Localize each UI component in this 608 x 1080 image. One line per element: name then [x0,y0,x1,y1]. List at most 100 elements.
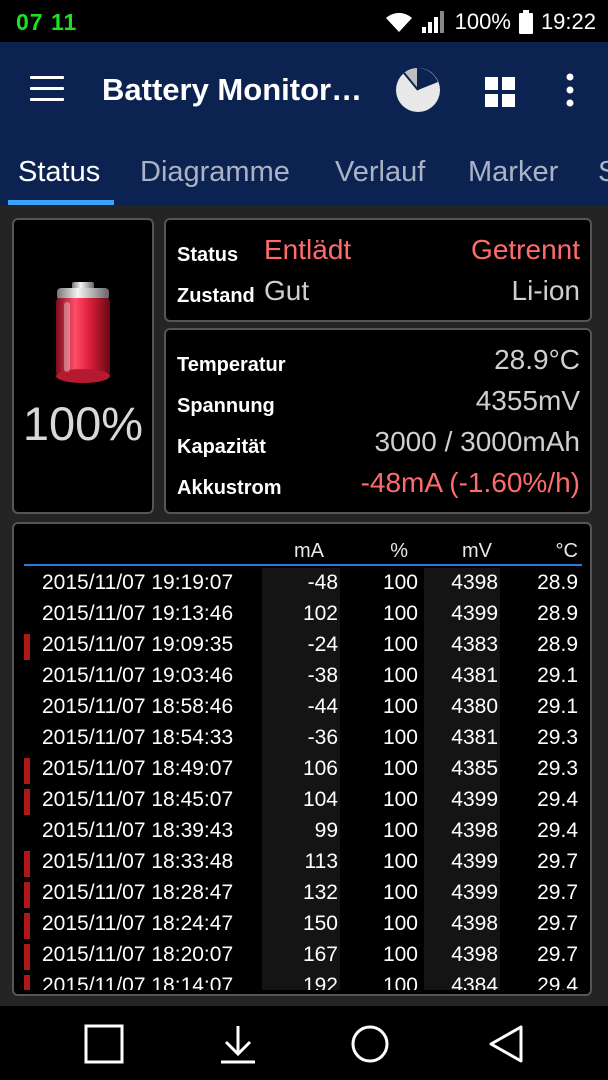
recents-square-icon[interactable] [84,1024,124,1064]
tab-verlauf[interactable]: Verlauf [335,156,425,189]
cell-ma: 102 [302,602,338,625]
table-row[interactable]: 2015/11/07 19:09:35 -24 100 4383 28.9 [14,630,590,661]
menu-icon[interactable] [30,76,64,102]
header-ma: mA [294,540,324,562]
cell-date: 2015/11/07 18:14:07 [42,974,234,990]
zustand-label: Zustand [177,285,255,307]
app-bar: Battery Monitor… [0,42,608,138]
back-triangle-icon[interactable] [486,1024,526,1064]
cell-temp: 28.9 [537,633,578,656]
battery-info-panel: Temperatur 28.9°C Spannung 4355mV Kapazi… [164,328,592,514]
system-status-bar: 07 11 100% 19:22 [0,0,608,42]
cell-temp: 29.1 [537,695,578,718]
table-row[interactable]: 2015/11/07 18:33:48 113 100 4399 29.7 [14,847,590,878]
battery-percentage: 100% [22,397,144,450]
cell-date: 2015/11/07 19:13:46 [42,602,234,625]
table-rows[interactable]: 2015/11/07 19:19:07 -48 100 4398 28.9 2015/11… [14,568,590,990]
cell-ma: 167 [302,943,338,966]
cell-temp: 29.7 [537,881,578,904]
row-marker [24,944,30,970]
cell-ma: 106 [302,757,338,780]
status-icons: 100% 19:22 [385,8,596,36]
tab-diagramme[interactable]: Diagramme [140,156,290,189]
temperature-value: 28.9°C [494,344,580,375]
cell-temp: 29.7 [537,912,578,935]
row-marker [24,851,30,877]
table-row[interactable]: 2015/11/07 18:24:47 150 100 4398 29.7 [14,909,590,940]
cell-percent: 100 [382,633,418,656]
cell-mv: 4399 [451,602,498,625]
history-table[interactable]: mA % mV °C 2015/11/07 19:19:07 -48 100 4398… [12,522,592,996]
table-row[interactable]: 2015/11/07 18:58:46 -44 100 4380 29.1 [14,692,590,723]
status-value: Entlädt [264,234,352,265]
download-icon[interactable] [218,1024,258,1064]
cell-temp: 29.4 [537,974,578,990]
row-marker [24,789,30,815]
cell-temp: 28.9 [537,602,578,625]
battery-icon [56,282,110,383]
cell-date: 2015/11/07 18:45:07 [42,788,234,811]
cell-date: 2015/11/07 18:54:33 [42,726,234,749]
cell-ma: 113 [304,850,338,873]
cell-mv: 4381 [451,664,498,687]
header-mv: mV [462,540,492,562]
zustand-value: Gut [264,275,310,306]
more-vert-icon[interactable] [560,72,580,108]
signal-icon [421,11,444,33]
capacity-label: Kapazität [177,436,266,458]
table-row[interactable]: 2015/11/07 18:14:07 192 100 4384 29.4 [14,971,590,990]
cell-mv: 4381 [451,726,498,749]
cell-ma: -24 [307,633,338,656]
wifi-icon [385,12,412,32]
table-row[interactable]: 2015/11/07 18:54:33 -36 100 4381 29.3 [14,723,590,754]
tab-marker[interactable]: Marker [468,156,558,189]
row-marker [24,634,30,660]
pie-chart-icon[interactable] [394,66,442,114]
cell-percent: 100 [382,850,418,873]
cell-mv: 4384 [451,974,498,990]
cell-date: 2015/11/07 18:28:47 [42,881,234,904]
cell-ma: -36 [307,726,338,749]
cell-percent: 100 [382,788,418,811]
cell-percent: 100 [382,602,418,625]
connection-status: Getrennt [471,234,580,265]
cell-percent: 100 [382,819,418,842]
cell-mv: 4398 [451,819,498,842]
cell-percent: 100 [382,695,418,718]
tab-status[interactable]: Status [18,156,100,189]
cell-ma: 132 [302,881,338,904]
capacity-value: 3000 / 3000mAh [374,426,581,457]
header-divider [24,564,582,566]
table-row[interactable]: 2015/11/07 18:20:07 167 100 4398 29.7 [14,940,590,971]
table-row[interactable]: 2015/11/07 19:13:46 102 100 4399 28.9 [14,599,590,630]
tab-settings[interactable]: S [598,156,608,189]
table-row[interactable]: 2015/11/07 18:45:07 104 100 4399 29.4 [14,785,590,816]
status-label: Status [177,244,239,266]
header-percent: % [390,540,408,562]
cell-mv: 4399 [451,881,498,904]
voltage-value: 4355mV [475,385,580,416]
table-row[interactable]: 2015/11/07 18:49:07 106 100 4385 29.3 [14,754,590,785]
table-row[interactable]: 2015/11/07 18:28:47 132 100 4399 29.7 [14,878,590,909]
cell-date: 2015/11/07 19:03:46 [42,664,234,687]
app-title: Battery Monitor… [102,72,363,107]
home-circle-icon[interactable] [350,1024,390,1064]
cell-ma: -44 [307,695,338,718]
table-row[interactable]: 2015/11/07 19:03:46 -38 100 4381 29.1 [14,661,590,692]
cell-mv: 4385 [451,757,498,780]
cell-ma: 192 [302,974,338,990]
notification-time: 07 11 [16,9,78,35]
row-marker [24,975,30,990]
cell-date: 2015/11/07 19:09:35 [42,633,234,656]
table-row[interactable]: 2015/11/07 18:39:43 99 100 4398 29.4 [14,816,590,847]
cell-temp: 29.4 [537,819,578,842]
table-row[interactable]: 2015/11/07 19:19:07 -48 100 4398 28.9 [14,568,590,599]
cell-date: 2015/11/07 18:58:46 [42,695,234,718]
cell-percent: 100 [382,912,418,935]
cell-percent: 100 [382,664,418,687]
row-marker [24,913,30,939]
grid-icon[interactable] [484,76,516,108]
tab-indicator [8,200,114,205]
cell-ma: -48 [307,571,338,594]
temperature-label: Temperatur [177,354,286,376]
